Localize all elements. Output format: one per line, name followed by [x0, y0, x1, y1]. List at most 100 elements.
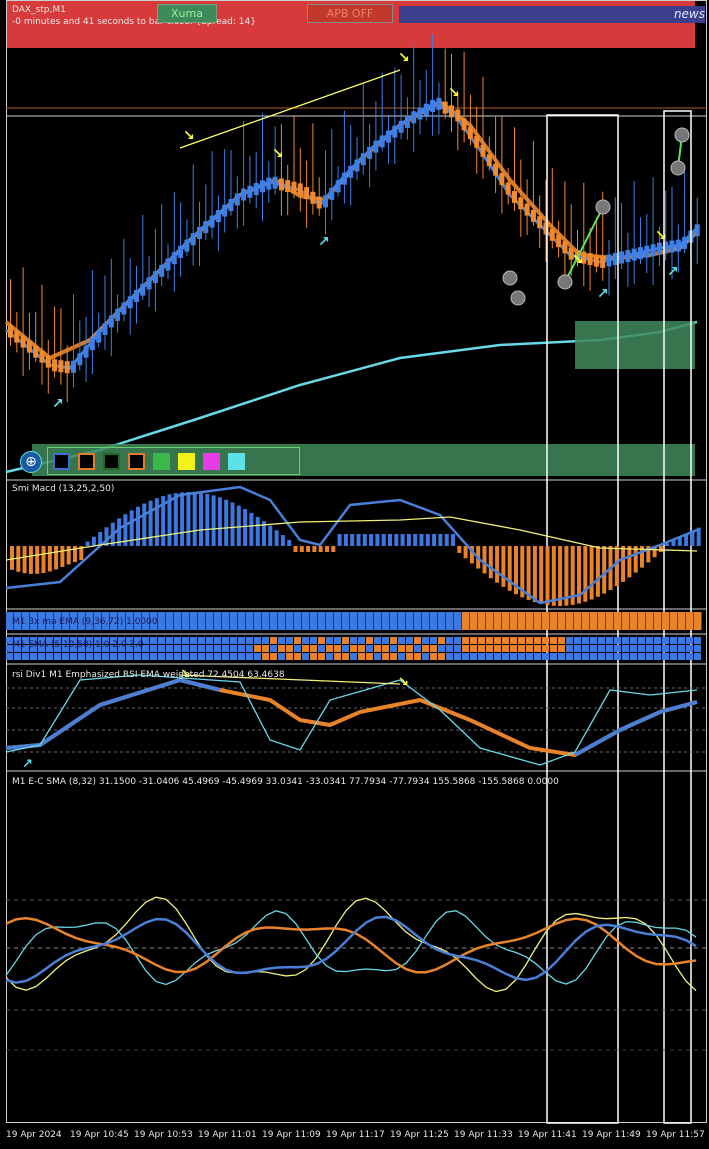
ema-strip-cell [662, 653, 669, 660]
apb-off-button[interactable]: APB OFF [307, 4, 393, 23]
ema-strip-cell [550, 645, 557, 652]
ema-strip-cell [246, 653, 253, 660]
ma-strip-cell [174, 612, 182, 630]
ema-strip-cell [462, 637, 469, 644]
ema-strip-cell [358, 653, 365, 660]
sell-arrow-icon: ↘ [448, 85, 460, 101]
candle-body [386, 130, 391, 143]
ema-strip-cell [566, 645, 573, 652]
ema-strip-cell [350, 653, 357, 660]
palette-swatch[interactable] [203, 453, 220, 470]
ema-strip-cell [558, 637, 565, 644]
macd-histogram-bar [211, 495, 216, 546]
ema-strip-cell [214, 645, 221, 652]
ema-strip-cell [662, 645, 669, 652]
ema-strip-cell [6, 653, 13, 660]
ma-strip-cell [462, 612, 470, 630]
ma-strip-label: M1 3x ma EMA (9,36,72) 1.0000 [12, 617, 158, 627]
ema-strip-cell [166, 637, 173, 644]
ema-strip-cell [374, 653, 381, 660]
ma-strip-cell [542, 612, 550, 630]
candle-body [215, 210, 221, 223]
candle-body [8, 325, 13, 338]
palette-swatch[interactable] [153, 453, 170, 470]
ema-strip-cell [414, 653, 421, 660]
ema-strip-cell [254, 637, 261, 644]
macd-histogram-bar [60, 546, 65, 567]
palette-swatch[interactable] [103, 453, 120, 470]
ma-strip-cell [494, 612, 502, 630]
ema-strip-cell [526, 637, 533, 644]
ema-strip-label: M1 EMA (5,10,50) 1.0 2.0 3.0 [12, 640, 144, 650]
ema-strip-cell [518, 645, 525, 652]
support-zone [575, 321, 695, 369]
ema-strip-cell [510, 653, 517, 660]
ema-strip-cell [254, 653, 261, 660]
news-button[interactable]: news [399, 6, 705, 23]
ma-strip-cell [574, 612, 582, 630]
ema-strip-cell [294, 653, 301, 660]
macd-histogram-bar [331, 546, 336, 552]
ema-strip-cell [222, 653, 229, 660]
ema-strip-cell [38, 653, 45, 660]
time-axis-label: 19 Apr 10:45 [70, 1130, 129, 1140]
ema-strip-cell [470, 653, 477, 660]
ema-strip-cell [422, 653, 429, 660]
ema-strip-cell [54, 653, 61, 660]
ema-strip-cell [174, 645, 181, 652]
candle-body [656, 242, 662, 255]
candle-body [417, 107, 423, 120]
time-axis-label: 19 Apr 11:17 [326, 1130, 385, 1140]
ema-strip-cell [518, 637, 525, 644]
ma-strip-cell [694, 612, 702, 630]
candle-body [14, 330, 20, 343]
ema-strip-cell [590, 645, 597, 652]
macd-histogram-bar [318, 546, 323, 552]
palette-swatch[interactable] [228, 453, 245, 470]
candle-body [493, 163, 499, 176]
ema-strip-cell [414, 637, 421, 644]
palette-swatch[interactable] [128, 453, 145, 470]
color-palette-toolbar[interactable] [47, 447, 300, 475]
macd-histogram-bar [142, 503, 147, 546]
ema-strip-cell [286, 645, 293, 652]
crosshair-tool-icon[interactable]: ⊕ [20, 451, 42, 473]
price-chart-canvas[interactable]: ↘↘↘↘↘↘↗↗↗↗↘↘↗ [0, 0, 709, 1149]
time-axis-label: 19 Apr 11:01 [198, 1130, 257, 1140]
xuma-button[interactable]: Xuma [157, 4, 217, 23]
candle-body [278, 178, 284, 191]
ema-strip-cell [406, 637, 413, 644]
candle-body [392, 125, 398, 138]
ema-strip-cell [398, 637, 405, 644]
ema-strip-cell [118, 653, 125, 660]
candle-body [486, 154, 492, 167]
ema-strip-cell [670, 645, 677, 652]
ma-strip-cell [678, 612, 686, 630]
candle-body [549, 228, 555, 241]
macd-histogram-bar [268, 525, 273, 546]
candle-body [354, 159, 360, 172]
ema-strip-cell [174, 637, 181, 644]
macd-histogram-bar [589, 546, 594, 600]
time-axis-label: 19 Apr 11:25 [390, 1130, 449, 1140]
macd-histogram-bar [230, 502, 235, 546]
sell-arrow-icon: ↘ [655, 228, 667, 244]
ema-strip-cell [694, 637, 701, 644]
ema-strip-cell [326, 645, 333, 652]
palette-swatch[interactable] [53, 453, 70, 470]
trading-chart-window[interactable]: ↘ ↘ ↘ ↘ ↘ ↘ ↗ ↗ ↗ ↗ ↘ ↘ ↗ DAX_stp,M1 -0 minutes and … [0, 0, 709, 1149]
ema-strip-cell [182, 637, 189, 644]
macd-histogram-bar [658, 546, 663, 552]
ema-strip-cell [342, 637, 349, 644]
candle-body [474, 135, 480, 148]
candle-body [341, 172, 347, 185]
palette-swatch[interactable] [78, 453, 95, 470]
candle-body [234, 193, 240, 206]
macd-histogram-bar [199, 492, 203, 546]
ema-strip-cell [158, 637, 165, 644]
ema-strip-cell [326, 637, 333, 644]
ec-line-orange [5, 916, 697, 974]
signal-dot-icon [557, 274, 573, 290]
palette-swatch[interactable] [178, 453, 195, 470]
macd-histogram-bar [41, 546, 46, 574]
